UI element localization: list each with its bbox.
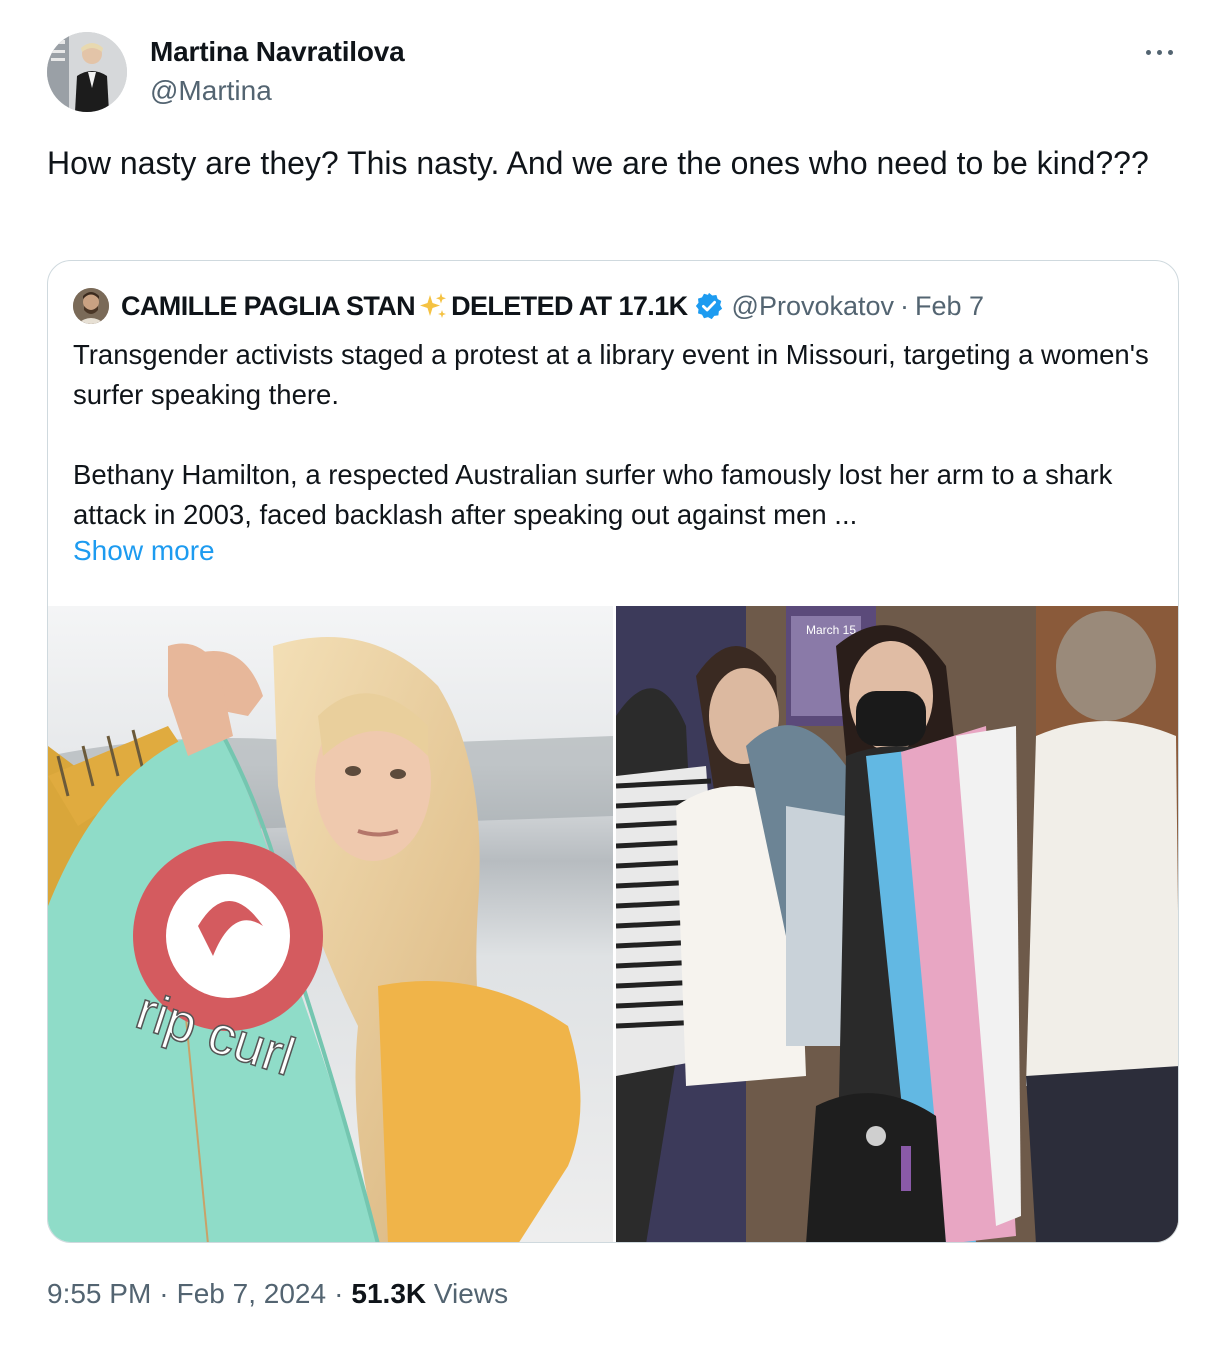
tweet-metadata: 9:55 PM · Feb 7, 2024 · 51.3K Views [47, 1278, 508, 1310]
tweet-text: How nasty are they? This nasty. And we a… [47, 145, 1149, 181]
more-options-button[interactable] [1142, 42, 1178, 62]
quoted-date[interactable]: Feb 7 [915, 291, 984, 322]
sign-text: March 15 [806, 623, 856, 637]
views-count[interactable]: 51.3K [351, 1278, 426, 1309]
quoted-author-handle[interactable]: @Provokatov [732, 291, 894, 322]
views-label[interactable]: Views [434, 1278, 508, 1309]
more-horizontal-icon [1168, 50, 1173, 55]
quoted-author-avatar[interactable] [73, 288, 109, 324]
more-horizontal-icon [1146, 50, 1151, 55]
tweet-date[interactable]: Feb 7, 2024 [177, 1278, 326, 1309]
author-avatar[interactable] [47, 32, 127, 112]
avatar-image [47, 32, 127, 112]
quoted-separator: · [900, 290, 910, 321]
tweet-card: Martina Navratilova @Martina How nasty a… [0, 0, 1226, 1346]
meta-separator: · [334, 1278, 344, 1309]
protest-photo[interactable]: March 15 [616, 606, 1178, 1242]
sign-text-group: March 15 [806, 623, 856, 637]
quoted-tweet[interactable]: CAMILLE PAGLIA STAN DELETED AT 17.1K @Pr… [47, 260, 1179, 1243]
meta-separator: · [159, 1278, 169, 1309]
quoted-avatar-image [73, 288, 109, 324]
quoted-author-name-suffix[interactable]: DELETED AT 17.1K [451, 291, 688, 322]
verified-badge-icon [695, 292, 722, 320]
show-more-link[interactable]: Show more [73, 535, 215, 567]
more-horizontal-icon [1157, 50, 1162, 55]
quoted-header: CAMILLE PAGLIA STAN DELETED AT 17.1K @Pr… [121, 288, 984, 324]
tweet-time[interactable]: 9:55 PM [47, 1278, 151, 1309]
surfer-photo-image: rip curl [48, 606, 613, 1242]
protest-photo-image: March 15 [616, 606, 1178, 1242]
surfer-photo[interactable]: rip curl [48, 606, 613, 1242]
quoted-media: rip curl March 15 [48, 606, 1178, 1242]
author-name[interactable]: Martina Navratilova [150, 36, 405, 68]
sparkles-icon [420, 293, 447, 318]
quoted-tweet-text: Transgender activists staged a protest a… [73, 339, 1149, 530]
quoted-author-name[interactable]: CAMILLE PAGLIA STAN [121, 291, 416, 322]
author-handle[interactable]: @Martina [150, 75, 272, 107]
